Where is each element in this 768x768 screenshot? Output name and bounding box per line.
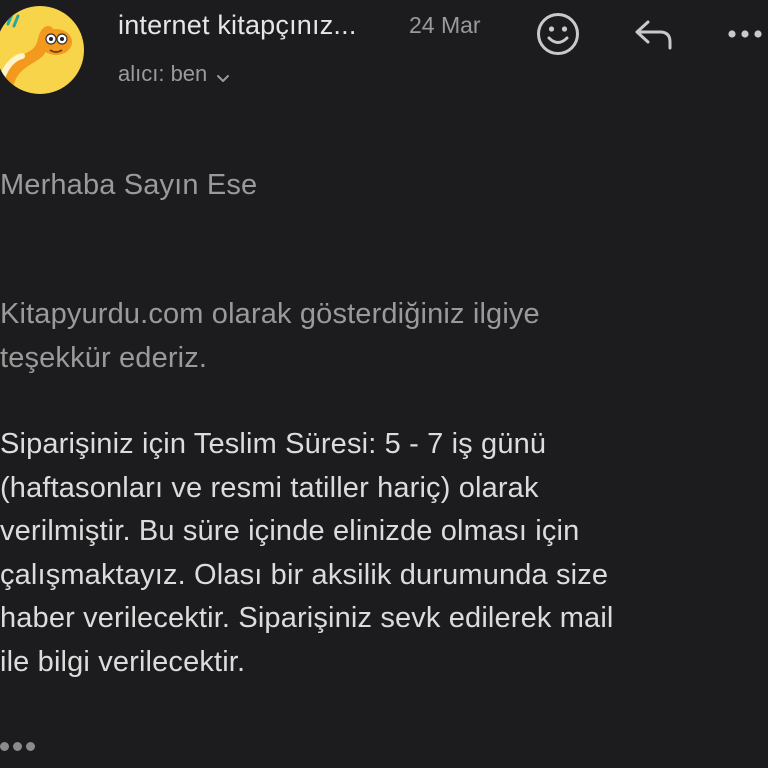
more-options-button[interactable] bbox=[724, 14, 768, 54]
show-trimmed-content-button[interactable] bbox=[0, 742, 35, 751]
text-line: Kitapyurdu.com olarak gösterdiğiniz ilgi… bbox=[0, 298, 540, 330]
dot-icon bbox=[0, 742, 9, 751]
message-date: 24 Mar bbox=[409, 12, 481, 38]
chevron-down-icon bbox=[215, 66, 231, 82]
recipient-label: alıcı: ben bbox=[118, 61, 208, 86]
dot-icon bbox=[26, 742, 35, 751]
text-line: çalışmaktayız. Olası bir aksilik durumun… bbox=[0, 558, 609, 591]
recipient-toggle[interactable]: alıcı: ben bbox=[118, 61, 231, 87]
message-paragraph-delivery: Siparişiniz için Teslim Süresi: 5 - 7 iş… bbox=[0, 423, 614, 684]
reply-arrow-icon bbox=[635, 20, 672, 50]
reply-button[interactable] bbox=[630, 12, 678, 56]
more-horizontal-icon bbox=[728, 30, 762, 38]
message-greeting: Merhaba Sayın Ese bbox=[0, 169, 258, 201]
message-paragraph-thanks: Kitapyurdu.com olarak gösterdiğiniz ilgi… bbox=[0, 293, 540, 380]
text-line: Siparişiniz için Teslim Süresi: 5 - 7 iş… bbox=[0, 428, 547, 460]
sender-avatar[interactable] bbox=[0, 6, 84, 94]
text-line: (haftasonları ve resmi tatiller hariç) o… bbox=[0, 471, 539, 504]
dot-icon bbox=[13, 742, 22, 751]
sender-name[interactable]: internet kitapçınız... bbox=[118, 10, 357, 41]
text-line: teşekkür ederiz. bbox=[0, 341, 208, 374]
text-line: ile bilgi verilecektir. bbox=[0, 645, 246, 678]
text-line: haber verilecektir. Siparişiniz sevk edi… bbox=[0, 602, 614, 634]
reaction-button[interactable] bbox=[534, 10, 582, 58]
smiley-icon bbox=[537, 13, 579, 55]
cartoon-worm-avatar-icon bbox=[0, 12, 72, 94]
text-line: verilmiştir. Bu süre içinde elinizde olm… bbox=[0, 515, 580, 547]
